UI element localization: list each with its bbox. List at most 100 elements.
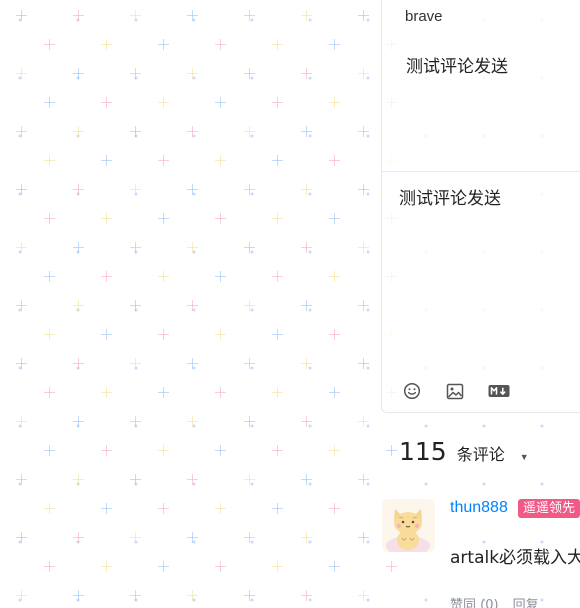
sparkle-decoration	[157, 329, 169, 340]
sparkle-decoration	[15, 10, 27, 21]
sparkle-decoration	[271, 387, 283, 398]
sparkle-decoration	[271, 213, 283, 224]
sparkle-decoration	[129, 126, 141, 137]
sparkle-decoration	[243, 242, 255, 253]
sparkle-decoration	[300, 300, 312, 311]
sparkle-decoration	[72, 358, 84, 369]
author-badge: 遥遥领先	[518, 499, 580, 518]
sparkle-decoration	[129, 242, 141, 253]
sparkle-decoration	[357, 10, 369, 21]
sparkle-decoration	[357, 416, 369, 427]
sparkle-decoration	[72, 300, 84, 311]
sparkle-decoration	[214, 271, 226, 282]
sparkle-decoration	[157, 39, 169, 50]
sparkle-decoration	[129, 358, 141, 369]
sparkle-decoration	[100, 213, 112, 224]
sparkle-decoration	[100, 271, 112, 282]
sparkle-decoration	[186, 242, 198, 253]
sparkle-decoration	[328, 213, 340, 224]
sparkle-decoration	[357, 126, 369, 137]
sparkle-decoration	[129, 68, 141, 79]
sparkle-decoration	[271, 155, 283, 166]
sparkle-decoration	[100, 445, 112, 456]
sparkle-decoration	[214, 561, 226, 572]
sparkle-decoration	[129, 590, 141, 601]
sparkle-decoration	[129, 416, 141, 427]
vote-button[interactable]: 赞同 (0)	[450, 598, 499, 608]
sparkle-decoration	[129, 10, 141, 21]
sparkle-decoration	[300, 68, 312, 79]
sparkle-decoration	[271, 445, 283, 456]
sparkle-decoration	[15, 68, 27, 79]
sparkle-decoration	[214, 213, 226, 224]
sparkle-decoration	[214, 387, 226, 398]
sparkle-decoration	[72, 242, 84, 253]
caret-down-icon[interactable]: ▼	[520, 452, 529, 462]
name-input[interactable]: brave	[405, 8, 443, 25]
sparkle-decoration	[214, 97, 226, 108]
sparkle-decoration	[43, 271, 55, 282]
sparkle-decoration	[72, 10, 84, 21]
comment-author-name[interactable]: thun888	[450, 499, 508, 517]
sparkle-decoration	[157, 445, 169, 456]
sparkle-decoration	[357, 300, 369, 311]
sparkle-decoration	[243, 358, 255, 369]
sparkle-decoration	[157, 213, 169, 224]
sparkle-decoration	[300, 474, 312, 485]
sparkle-decoration	[357, 184, 369, 195]
sparkle-decoration	[243, 10, 255, 21]
sparkle-decoration	[357, 242, 369, 253]
sparkle-decoration	[186, 68, 198, 79]
sparkle-decoration	[271, 39, 283, 50]
sparkle-decoration	[72, 184, 84, 195]
sparkle-decoration	[43, 97, 55, 108]
preview-text: 测试评论发送	[406, 57, 508, 77]
sparkle-decoration	[300, 10, 312, 21]
sparkle-decoration	[186, 184, 198, 195]
image-icon[interactable]	[444, 381, 466, 401]
sparkle-decoration	[72, 416, 84, 427]
sparkle-decoration	[43, 213, 55, 224]
sparkle-decoration	[157, 97, 169, 108]
sparkle-decoration	[214, 445, 226, 456]
sparkle-decoration	[43, 39, 55, 50]
sparkle-decoration	[72, 532, 84, 543]
sparkle-decoration	[357, 358, 369, 369]
comment-textarea[interactable]: 测试评论发送	[399, 184, 501, 209]
comment-editor: brave 测试评论发送 测试评论发送	[381, 0, 580, 413]
sparkle-decoration	[328, 445, 340, 456]
avatar[interactable]	[382, 499, 435, 552]
markdown-icon[interactable]	[488, 381, 510, 401]
divider	[382, 171, 580, 172]
sparkle-decoration	[15, 474, 27, 485]
comment-count: 115	[399, 437, 447, 466]
comment-content: artalk必须载入大	[450, 548, 580, 568]
sparkle-decoration	[186, 590, 198, 601]
sparkle-decoration	[328, 97, 340, 108]
sparkle-decoration	[357, 590, 369, 601]
sparkle-decoration	[186, 300, 198, 311]
sparkle-decoration	[300, 242, 312, 253]
sparkle-decoration	[129, 532, 141, 543]
reply-button[interactable]: 回复	[513, 598, 539, 608]
sparkle-decoration	[243, 416, 255, 427]
emoji-icon[interactable]	[401, 381, 423, 401]
sparkle-decoration	[243, 300, 255, 311]
sparkle-decoration	[271, 503, 283, 514]
sparkle-decoration	[43, 387, 55, 398]
sparkle-decoration	[72, 68, 84, 79]
sparkle-decoration	[214, 39, 226, 50]
sparkle-decoration	[15, 532, 27, 543]
sparkle-decoration	[243, 590, 255, 601]
sparkle-decoration	[243, 126, 255, 137]
sparkle-decoration	[214, 503, 226, 514]
sparkle-decoration	[214, 329, 226, 340]
sparkle-decoration	[300, 184, 312, 195]
sparkle-decoration	[243, 474, 255, 485]
sparkle-decoration	[100, 387, 112, 398]
sparkle-decoration	[15, 184, 27, 195]
sparkle-decoration	[243, 184, 255, 195]
sparkle-decoration	[328, 271, 340, 282]
sparkle-decoration	[129, 184, 141, 195]
sparkle-decoration	[100, 39, 112, 50]
